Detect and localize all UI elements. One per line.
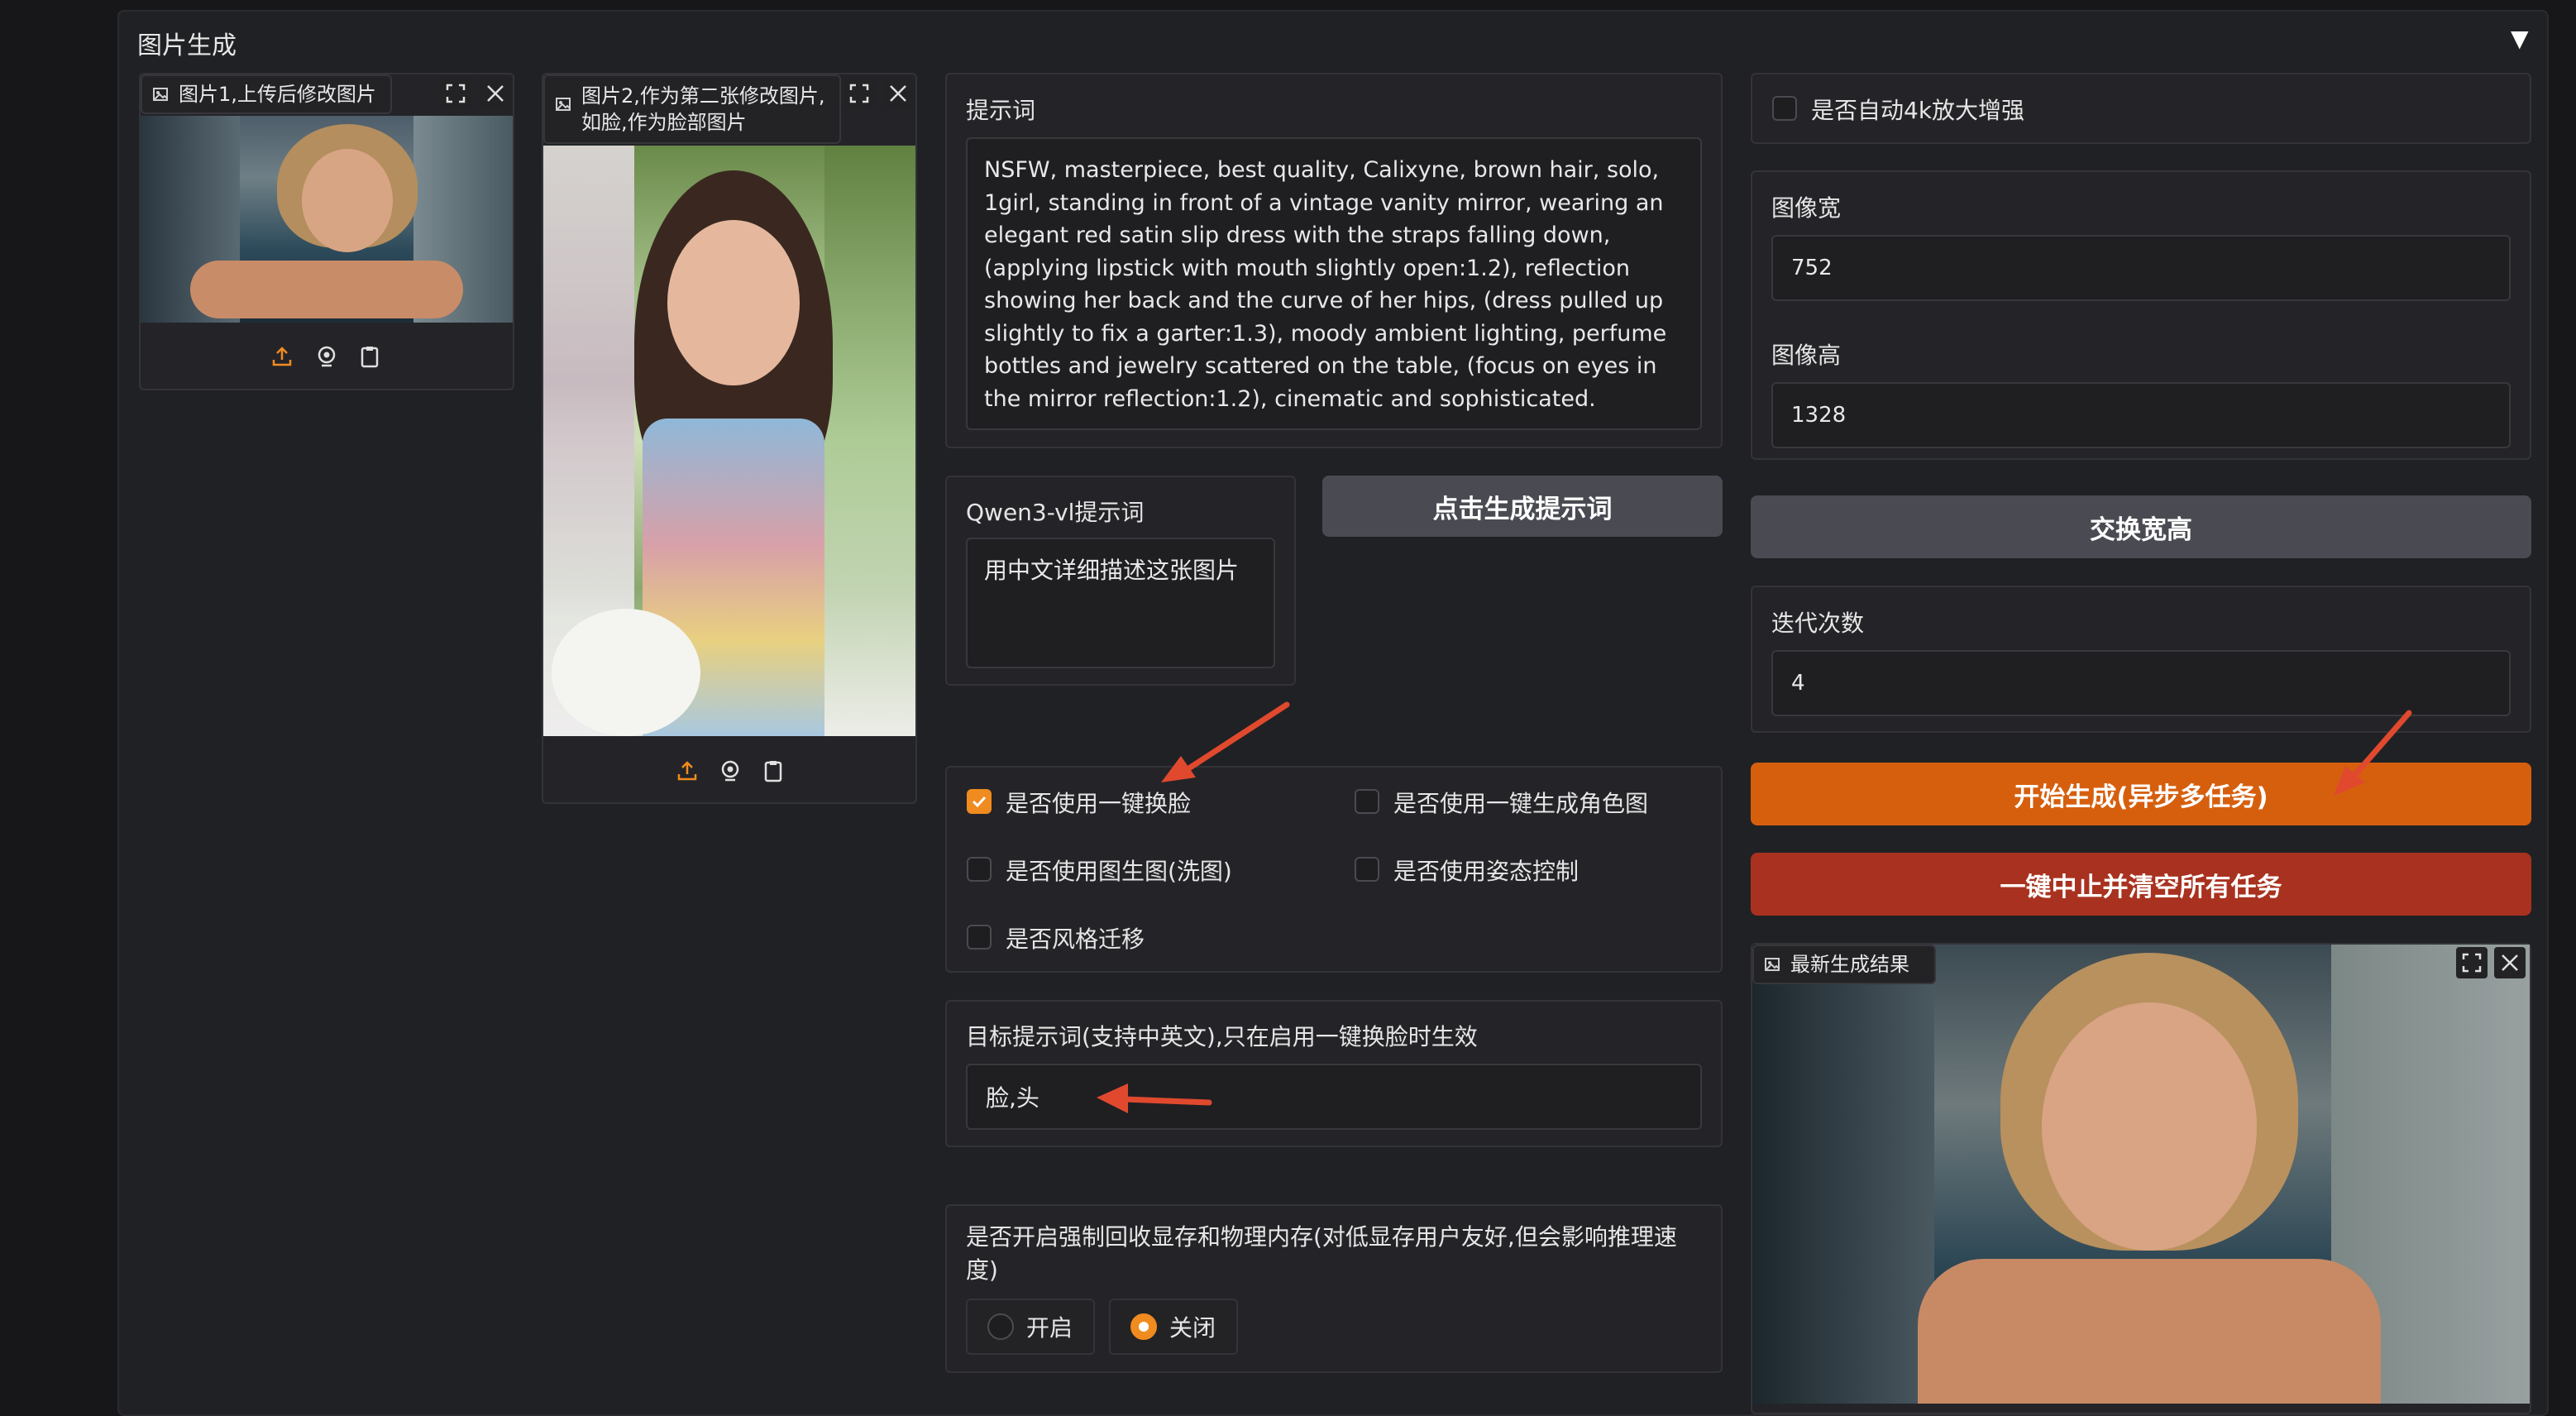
arrow-to-start-button: [2334, 710, 2412, 796]
arrow-to-target-prompt: [1097, 1084, 1212, 1113]
annotation-arrows: [1097, 701, 2412, 1113]
arrow-to-face-swap: [1161, 701, 1290, 782]
